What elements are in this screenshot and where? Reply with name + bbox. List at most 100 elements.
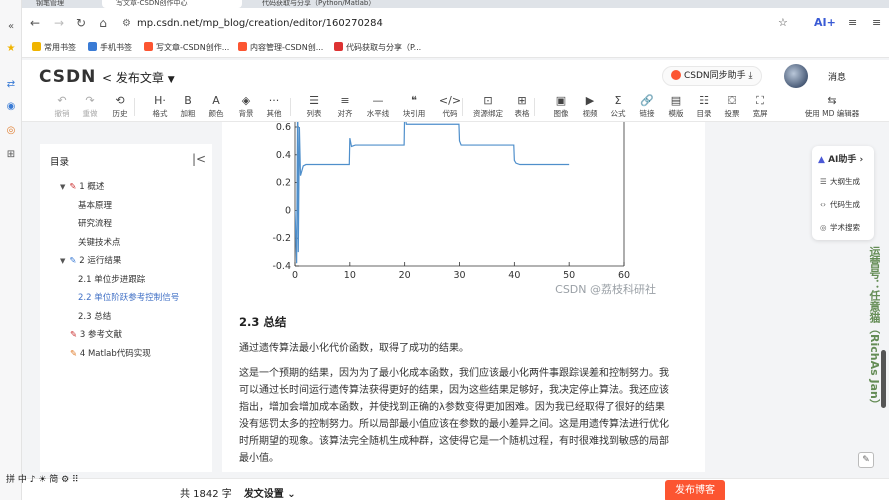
x-tick-label: 20 <box>399 270 411 281</box>
tab-0[interactable]: 钢笔管理 <box>22 0 112 8</box>
toolbar-12-button[interactable]: ❝ 块引用 <box>398 94 430 119</box>
extensions-icon[interactable]: ≡ <box>848 16 857 29</box>
settings-label: 发文设置 <box>243 489 284 500</box>
toolbar-23-button[interactable]: ⛶ 宽屏 <box>744 94 776 119</box>
ime-status-bar[interactable]: 拼 中 ♪ ☀ 简 ⚙ ⠿ <box>6 472 79 485</box>
toc-item[interactable]: ▼ ✎ 1 概述 <box>60 180 104 192</box>
toolbar-6-button[interactable]: A 颜色 <box>200 94 232 119</box>
toc-item[interactable]: 关键技术点 <box>78 236 121 248</box>
publish-settings-link[interactable]: 发文设置 ⌄ <box>244 489 296 500</box>
home-icon[interactable]: ⌂ <box>96 16 110 30</box>
search-icon[interactable]: ◉ <box>4 100 18 114</box>
tab-2[interactable]: 代码获取与分享（Python/Matlab） <box>248 0 418 8</box>
outline-generate-button[interactable]: ☰ 大纲生成 <box>820 176 860 187</box>
reload-icon[interactable]: ↻ <box>74 16 88 30</box>
toolbar-icon: ▣ <box>555 94 567 107</box>
expand-caret-icon[interactable]: ▼ <box>60 257 65 265</box>
collapse-toc-icon[interactable]: |< <box>192 152 206 166</box>
messages-link[interactable]: 消息 <box>828 70 846 83</box>
toc-item[interactable]: 2.3 总结 <box>78 310 111 322</box>
bookmark-label: 写文章-CSDN创作... <box>156 43 230 52</box>
x-tick-label: 40 <box>508 270 520 281</box>
extension-icon[interactable]: ◎ <box>4 124 18 138</box>
ai-plus-button[interactable]: AI+ <box>814 16 836 29</box>
publish-button[interactable]: 发布博客 <box>665 480 725 500</box>
toc-item[interactable]: ✎ 4 Matlab代码实现 <box>70 347 151 359</box>
paragraph-line: 这是一个预期的结果，因为为了最小化成本函数，我们应该最小化两件事跟踪误差和控制努… <box>239 368 669 379</box>
toolbar-24-button[interactable]: ⇆ 使用 MD 编辑器 <box>802 94 862 119</box>
bookmark-1[interactable]: 手机书签 <box>88 42 132 53</box>
outline-icon: ☰ <box>820 177 827 186</box>
toc-item[interactable]: 2.2 单位阶跃参考控制信号 <box>78 291 179 303</box>
code-generate-button[interactable]: ‹› 代码生成 <box>820 199 860 210</box>
bookmark-4[interactable]: 代码获取与分享（P... <box>334 42 421 53</box>
x-tick-label: 50 <box>563 270 575 281</box>
ai-assistant-title[interactable]: ▲ AI助手 › <box>818 152 863 165</box>
x-tick-label: 30 <box>453 270 465 281</box>
back-arrow-icon[interactable]: < <box>102 71 112 85</box>
add-panel-icon[interactable]: ⊞ <box>4 148 18 162</box>
toc-item[interactable]: 基本原理 <box>78 199 112 211</box>
site-info-icon[interactable]: ⚙ <box>122 18 131 29</box>
folder-icon <box>32 42 41 51</box>
toolbar-16-button[interactable]: ▣ 图像 <box>545 94 577 119</box>
csdn-sync-helper-button[interactable]: CSDN同步助手 ⤓ <box>662 66 762 86</box>
toolbar-9-button[interactable]: ☰ 列表 <box>298 94 330 119</box>
vertical-scrollbar[interactable] <box>880 122 887 477</box>
toolbar-11-button[interactable]: — 水平线 <box>362 94 394 119</box>
y-tick-label: 0.4 <box>276 150 291 161</box>
toc-item[interactable]: ▼ ✎ 2 运行结果 <box>60 254 121 266</box>
tab-1[interactable]: 写文章-CSDN创作中心 <box>102 0 242 8</box>
toc-item-label: 关键技术点 <box>78 238 121 248</box>
toc-item[interactable]: ✎ 3 参考文献 <box>70 328 122 340</box>
scrollbar-thumb[interactable] <box>881 350 886 408</box>
bookmark-0[interactable]: 常用书签 <box>32 42 76 53</box>
toolbar-icon: A <box>212 94 220 107</box>
y-tick-label: -0.2 <box>272 233 291 244</box>
toolbar-18-button[interactable]: Σ 公式 <box>602 94 634 119</box>
toolbar-2-button[interactable]: ↷ 重做 <box>74 94 106 119</box>
csdn-logo[interactable]: CSDN <box>39 67 96 87</box>
collapse-icon[interactable]: « <box>4 20 18 34</box>
toc-item[interactable]: 2.1 单位步进跟踪 <box>78 273 145 285</box>
toolbar-3-button[interactable]: ⟲ 历史 <box>104 94 136 119</box>
toolbar-label: 图像 <box>553 109 569 118</box>
url-field[interactable]: ⚙ mp.csdn.net/mp_blog/creation/editor/160… <box>122 18 383 29</box>
favorites-star-icon[interactable]: ★ <box>4 42 18 56</box>
toolbar-14-button[interactable]: ⊡ 资源绑定 <box>472 94 504 119</box>
back-icon[interactable]: ← <box>28 16 42 30</box>
toolbar-10-button[interactable]: ≡ 对齐 <box>329 94 361 119</box>
toolbar-label: 水平线 <box>366 109 390 118</box>
forward-icon[interactable]: → <box>52 16 66 30</box>
phone-icon <box>88 42 97 51</box>
editor-area[interactable]: 0.6 0.4 0.2 0 -0.2 -0.4 0 10 20 30 40 50 60 CSDN @荔枝科… <box>222 122 705 472</box>
bookmark-3[interactable]: 内容管理-CSDN创... <box>238 42 323 53</box>
toolbar-icon: 🔗 <box>640 94 654 107</box>
academic-search-button[interactable]: ◎ 学术搜索 <box>820 222 860 233</box>
bookmark-star-icon[interactable]: ☆ <box>778 16 788 29</box>
caret-down-icon[interactable]: ▼ <box>168 75 175 85</box>
menu-icon[interactable]: ≡ <box>872 16 881 29</box>
toolbar-divider <box>534 98 535 116</box>
section-icon: ✎ <box>69 182 80 192</box>
toolbar-19-button[interactable]: 🔗 链接 <box>631 94 663 119</box>
toolbar-icon: ⟲ <box>115 94 125 107</box>
toc-item-label: 2 运行结果 <box>79 256 122 266</box>
page-title-text: 发布文章 <box>115 71 164 85</box>
toolbar-8-button[interactable]: ··· 其他 <box>258 94 290 119</box>
paragraph-line: 最小值。 <box>239 453 279 464</box>
sync-icon[interactable]: ⇄ <box>4 78 18 92</box>
expand-caret-icon[interactable]: ▼ <box>60 183 65 191</box>
edit-note-icon[interactable]: ✎ <box>858 452 874 468</box>
paragraph-line: 时所期望的现象。该算法完全随机生成种群，这使得它是一个随机过程，有时很难找到敏感… <box>239 436 669 447</box>
bookmark-2[interactable]: 写文章-CSDN创作... <box>144 42 229 53</box>
avatar[interactable] <box>784 64 808 88</box>
editor-toolbar: ↶ 撤销 ↷ 重做 ⟲ 历史 H· 格式 B 加粗 A 颜色 ◈ 背景 ··· 其他 ☰ 列表 ≡ 对齐 — 水平线 ❝ 块引… <box>22 92 889 122</box>
toc-item[interactable]: 研究流程 <box>78 217 112 229</box>
toc-item-label: 研究流程 <box>78 219 113 229</box>
ai-item-label: 大纲生成 <box>830 177 860 186</box>
paragraph-line: 可以通过长时间运行遗传算法获得更好的结果，因为这些结果足够好，我决定停止算法。我… <box>239 385 669 396</box>
page-title: < 发布文章 ▼ <box>102 69 175 86</box>
toc-item-label: 2.2 单位阶跃参考控制信号 <box>78 293 180 303</box>
toolbar-icon: ≡ <box>340 94 350 107</box>
